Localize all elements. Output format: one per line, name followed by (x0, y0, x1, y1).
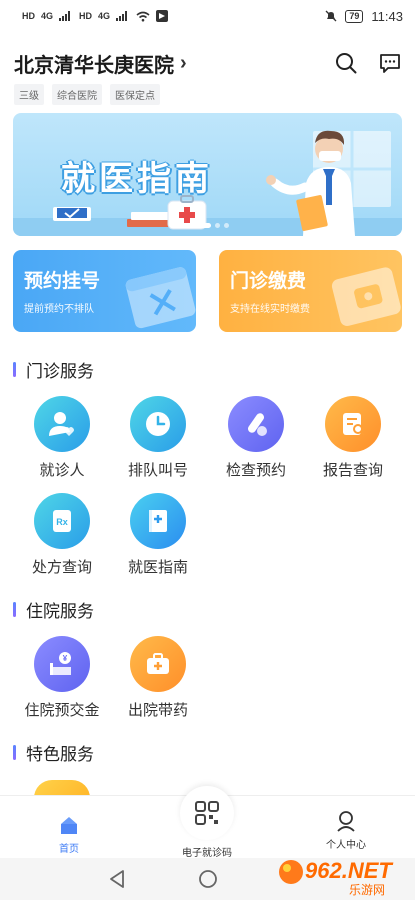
header-actions (335, 52, 401, 74)
bottom-nav: 首页 电子就诊码 个人中心 (0, 786, 415, 859)
signal-indicators: HD 4G HD 4G (22, 10, 169, 22)
service-deposit[interactable]: ¥ 住院预交金 (22, 636, 102, 720)
watermark-brand: 962.NET (305, 858, 393, 883)
payment-card[interactable]: 门诊缴费 支持在线实时缴费 (219, 250, 402, 332)
patient-icon (34, 396, 90, 452)
hd-label-1: HD (22, 11, 35, 21)
banner-title: 就医指南 (61, 160, 213, 198)
appointment-title: 预约挂号 (24, 271, 101, 292)
service-patient[interactable]: 就诊人 (22, 396, 102, 480)
nav-home-label: 首页 (59, 844, 79, 855)
service-label: 就诊人 (39, 462, 85, 479)
profile-icon (337, 811, 355, 832)
network-label-2: 4G (98, 11, 111, 21)
service-discharge-medicine[interactable]: 出院带药 (118, 636, 198, 720)
hd-label-2: HD (79, 11, 93, 21)
home-icon (61, 817, 77, 834)
svg-text:¥: ¥ (63, 654, 68, 663)
service-exam[interactable]: 检查预约 (216, 396, 296, 480)
service-label: 出院带药 (127, 702, 188, 719)
search-icon[interactable] (335, 52, 357, 74)
network-label-1: 4G (41, 11, 54, 21)
carousel-dots (201, 223, 229, 228)
deposit-icon: ¥ (34, 636, 90, 692)
service-prescription[interactable]: Rx 处方查询 (22, 493, 102, 577)
banner-carousel[interactable]: 就医指南 (13, 113, 402, 236)
watermark-sub: 乐游网 (349, 883, 385, 896)
service-label: 住院预交金 (24, 702, 100, 719)
tag-insurance: 医保定点 (110, 84, 160, 105)
service-report[interactable]: 报告查询 (313, 396, 393, 480)
service-queue[interactable]: 排队叫号 (118, 396, 198, 480)
medicine-kit-icon (130, 636, 186, 692)
clock-icon (130, 396, 186, 452)
carousel-dot-active (201, 223, 211, 228)
service-label: 检查预约 (225, 462, 286, 479)
tag-grade: 三级 (14, 84, 44, 105)
nav-profile-label: 个人中心 (326, 840, 366, 851)
home-button-icon[interactable] (198, 869, 218, 889)
nav-medical-code[interactable]: 电子就诊码 (162, 786, 252, 859)
status-bar: HD 4G HD 4G 79 11:43 (0, 0, 415, 32)
mute-bell-icon (325, 10, 337, 22)
special-section-title: 特色服务 (26, 745, 94, 764)
battery-level: 79 (345, 9, 364, 23)
outpatient-section-header: 门诊服务 (13, 357, 94, 382)
service-label: 排队叫号 (127, 462, 188, 479)
special-section-header: 特色服务 (13, 740, 94, 765)
hospital-selector[interactable]: 北京清华长庚医院 › (14, 49, 187, 78)
message-icon[interactable] (379, 52, 401, 74)
watermark-logo: 962.NET 乐游网 (277, 852, 407, 897)
header: 北京清华长庚医院 › (14, 46, 401, 80)
section-accent-bar (13, 362, 16, 377)
svg-text:Rx: Rx (56, 517, 68, 527)
carousel-dot (224, 223, 229, 228)
report-search-icon (325, 396, 381, 452)
signal-icon-2 (116, 11, 128, 21)
appointment-card[interactable]: 预约挂号 提前预约不排队 (13, 250, 196, 332)
nav-home[interactable]: 首页 (24, 814, 114, 855)
guide-book-icon (130, 493, 186, 549)
hospital-tags: 三级 综合医院 医保定点 (14, 84, 160, 105)
service-label: 报告查询 (322, 462, 383, 479)
carousel-dot (215, 223, 220, 228)
wifi-icon (136, 11, 150, 21)
nav-profile[interactable]: 个人中心 (301, 810, 391, 851)
inpatient-section-header: 住院服务 (13, 597, 94, 622)
signal-icon (59, 11, 71, 21)
service-label: 处方查询 (31, 559, 92, 576)
section-accent-bar (13, 745, 16, 760)
inpatient-section-title: 住院服务 (26, 602, 94, 621)
app-notification-icon (156, 10, 169, 22)
test-tube-icon (228, 396, 284, 452)
hospital-name: 北京清华长庚医院 (14, 54, 174, 77)
section-accent-bar (13, 602, 16, 617)
prescription-icon: Rx (34, 493, 90, 549)
appointment-subtitle: 提前预约不排队 (24, 304, 94, 315)
service-label: 就医指南 (127, 559, 188, 576)
payment-subtitle: 支持在线实时缴费 (230, 304, 310, 315)
clock-time: 11:43 (371, 8, 403, 24)
service-guide[interactable]: 就医指南 (118, 493, 198, 577)
status-right: 79 11:43 (325, 9, 403, 24)
back-icon[interactable] (108, 869, 126, 889)
outpatient-section-title: 门诊服务 (26, 362, 94, 381)
payment-title: 门诊缴费 (230, 271, 307, 292)
tag-type: 综合医院 (52, 84, 102, 105)
qr-code-icon (180, 786, 234, 840)
nav-medical-code-label: 电子就诊码 (182, 848, 232, 859)
chevron-right-icon: › (180, 51, 187, 74)
